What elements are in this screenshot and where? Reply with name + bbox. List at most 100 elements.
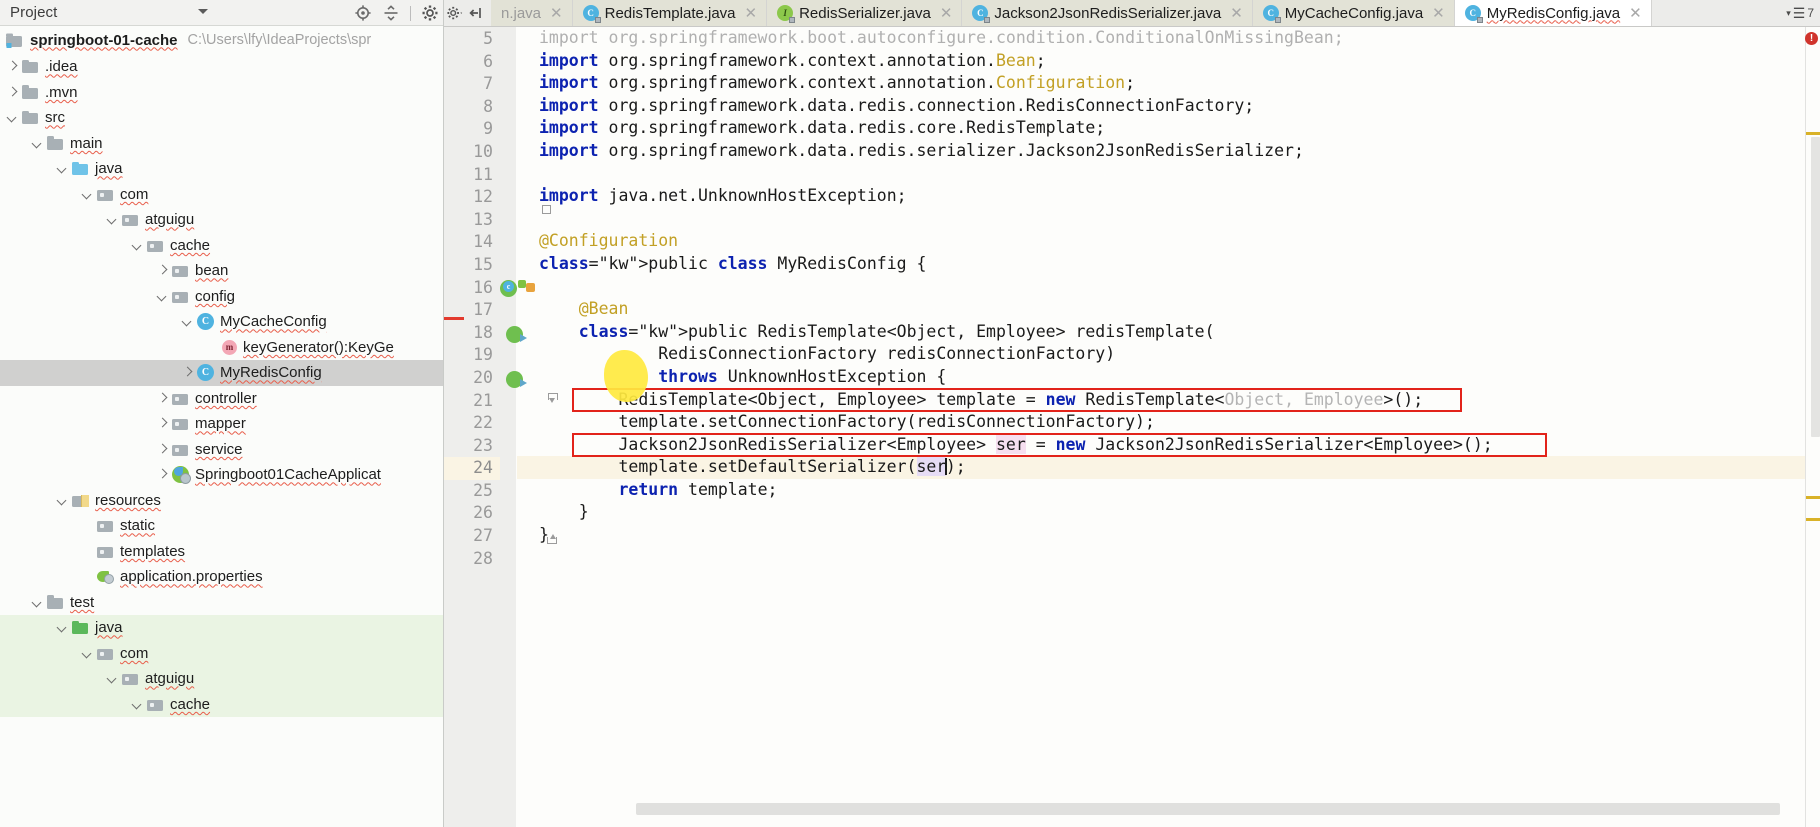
horizontal-scrollbar-thumb[interactable]: [636, 803, 1780, 815]
editor-tab-redistemplate-java[interactable]: CRedisTemplate.java✕: [573, 0, 767, 26]
tree-toggle-right-icon[interactable]: [6, 60, 19, 73]
warning-stripe-mark[interactable]: [1806, 518, 1820, 521]
code-line-5[interactable]: import org.springframework.boot.autoconf…: [517, 27, 1820, 50]
tree-item-application-properties[interactable]: application.properties: [0, 564, 443, 590]
code-line-16[interactable]: [517, 276, 1820, 299]
code-line-7[interactable]: import org.springframework.context.annot…: [517, 72, 1820, 95]
tree-item-mapper[interactable]: mapper: [0, 411, 443, 437]
restore-layout-icon[interactable]: [467, 4, 485, 22]
code-line-23[interactable]: Jackson2JsonRedisSerializer<Employee> se…: [517, 434, 1820, 457]
tree-toggle-down-icon[interactable]: [131, 698, 144, 711]
tree-item-controller[interactable]: controller: [0, 386, 443, 412]
close-icon[interactable]: ✕: [745, 6, 758, 21]
tree-item-com[interactable]: com: [0, 641, 443, 667]
tab-list-icon[interactable]: ☰: [1793, 6, 1806, 20]
project-root-node[interactable]: springboot-01-cache C:\Users\lfy\IdeaPro…: [0, 26, 443, 54]
code-editor[interactable]: 5678910111213141516171819202122232425262…: [444, 27, 1820, 827]
tree-item-java[interactable]: java: [0, 615, 443, 641]
tree-item-keygenerator-keyge[interactable]: mkeyGenerator():KeyGe: [0, 335, 443, 361]
horizontal-scrollbar-track[interactable]: [540, 809, 1800, 821]
tree-item-com[interactable]: com: [0, 182, 443, 208]
tree-item-cache[interactable]: cache: [0, 692, 443, 718]
tree-toggle-down-icon[interactable]: [31, 137, 44, 150]
code-line-26[interactable]: }: [517, 501, 1820, 524]
code-line-22[interactable]: template.setConnectionFactory(redisConne…: [517, 411, 1820, 434]
editor-tab-myredisconfig-java[interactable]: CMyRedisConfig.java✕: [1455, 0, 1652, 26]
code-line-12[interactable]: import java.net.UnknownHostException;: [517, 185, 1820, 208]
code-line-28[interactable]: [517, 547, 1820, 570]
code-line-24[interactable]: template.setDefaultSerializer(ser);: [517, 456, 1820, 479]
tree-item-springboot01cacheapplicat[interactable]: Springboot01CacheApplicat: [0, 462, 443, 488]
code-line-11[interactable]: [517, 163, 1820, 186]
tree-toggle-down-icon[interactable]: [156, 290, 169, 303]
tree-toggle-down-icon[interactable]: [56, 621, 69, 634]
code-line-14[interactable]: @Configuration: [517, 230, 1820, 253]
code-line-9[interactable]: import org.springframework.data.redis.co…: [517, 117, 1820, 140]
tree-item-src[interactable]: src: [0, 105, 443, 131]
tree-toggle-down-icon[interactable]: [106, 213, 119, 226]
editor-gutter[interactable]: 5678910111213141516171819202122232425262…: [444, 27, 516, 827]
tree-item--mvn[interactable]: .mvn: [0, 80, 443, 106]
tree-item-java[interactable]: java: [0, 156, 443, 182]
vertical-scrollbar-thumb[interactable]: [1811, 137, 1820, 437]
code-line-10[interactable]: import org.springframework.data.redis.se…: [517, 140, 1820, 163]
tree-toggle-down-icon[interactable]: [106, 672, 119, 685]
tree-toggle-down-icon[interactable]: [181, 315, 194, 328]
editor-tab-n-java[interactable]: n.java✕: [491, 0, 573, 26]
gear-dropdown-icon[interactable]: [446, 4, 464, 22]
project-tree[interactable]: .idea.mvnsrcmainjavacomatguigucachebeanc…: [0, 54, 443, 717]
tree-toggle-right-icon[interactable]: [181, 366, 194, 379]
code-line-18[interactable]: class="kw">public RedisTemplate<Object, …: [517, 321, 1820, 344]
tree-item-mycacheconfig[interactable]: CMyCacheConfig: [0, 309, 443, 335]
close-icon[interactable]: ✕: [1230, 6, 1243, 21]
code-line-8[interactable]: import org.springframework.data.redis.co…: [517, 95, 1820, 118]
code-line-15[interactable]: class="kw">public class MyRedisConfig {: [517, 253, 1820, 276]
locate-icon[interactable]: [354, 4, 372, 22]
code-line-17[interactable]: @Bean: [517, 298, 1820, 321]
close-icon[interactable]: ✕: [940, 6, 953, 21]
code-folding-gutter[interactable]: [500, 27, 516, 827]
tree-toggle-right-icon[interactable]: [156, 417, 169, 430]
close-icon[interactable]: ✕: [1629, 6, 1642, 21]
editor-tab-redisserializer-java[interactable]: IRedisSerializer.java✕: [767, 0, 962, 26]
tree-toggle-right-icon[interactable]: [156, 443, 169, 456]
tree-toggle-right-icon[interactable]: [156, 468, 169, 481]
tree-toggle-right-icon[interactable]: [6, 86, 19, 99]
tree-item-main[interactable]: main: [0, 131, 443, 157]
code-line-25[interactable]: return template;: [517, 479, 1820, 502]
tree-toggle-down-icon[interactable]: [131, 239, 144, 252]
code-text[interactable]: import org.springframework.boot.autoconf…: [517, 27, 1820, 827]
tree-item-templates[interactable]: templates: [0, 539, 443, 565]
tree-toggle-down-icon[interactable]: [31, 596, 44, 609]
tree-toggle-down-icon[interactable]: [81, 188, 94, 201]
tree-toggle-down-icon[interactable]: [81, 647, 94, 660]
collapse-all-icon[interactable]: [382, 4, 400, 22]
close-icon[interactable]: ✕: [550, 6, 563, 21]
tree-toggle-down-icon[interactable]: [56, 494, 69, 507]
tree-toggle-down-icon[interactable]: [56, 162, 69, 175]
tree-item-resources[interactable]: resources: [0, 488, 443, 514]
tree-item-test[interactable]: test: [0, 590, 443, 616]
error-stripe-gutter[interactable]: !: [1805, 27, 1820, 827]
warning-stripe-mark[interactable]: [1806, 132, 1820, 135]
tab-overflow-control[interactable]: ▾ ☰ 7: [1780, 0, 1820, 26]
tree-item-atguigu[interactable]: atguigu: [0, 666, 443, 692]
tree-item-static[interactable]: static: [0, 513, 443, 539]
code-line-13[interactable]: [517, 208, 1820, 231]
tree-item-service[interactable]: service: [0, 437, 443, 463]
tree-item-bean[interactable]: bean: [0, 258, 443, 284]
tree-toggle-right-icon[interactable]: [156, 264, 169, 277]
code-line-21[interactable]: RedisTemplate<Object, Employee> template…: [517, 389, 1820, 412]
editor-tab-mycacheconfig-java[interactable]: CMyCacheConfig.java✕: [1253, 0, 1455, 26]
code-line-20[interactable]: throws UnknownHostException {: [517, 366, 1820, 389]
code-line-27[interactable]: }: [517, 524, 1820, 547]
tree-toggle-right-icon[interactable]: [156, 392, 169, 405]
tree-item-config[interactable]: config: [0, 284, 443, 310]
close-icon[interactable]: ✕: [1432, 6, 1445, 21]
warning-stripe-mark[interactable]: [1806, 496, 1820, 499]
tree-item-cache[interactable]: cache: [0, 233, 443, 259]
code-line-6[interactable]: import org.springframework.context.annot…: [517, 50, 1820, 73]
chevron-down-icon[interactable]: ▾: [1786, 8, 1791, 19]
code-line-19[interactable]: RedisConnectionFactory redisConnectionFa…: [517, 343, 1820, 366]
chevron-down-icon[interactable]: [198, 9, 208, 14]
